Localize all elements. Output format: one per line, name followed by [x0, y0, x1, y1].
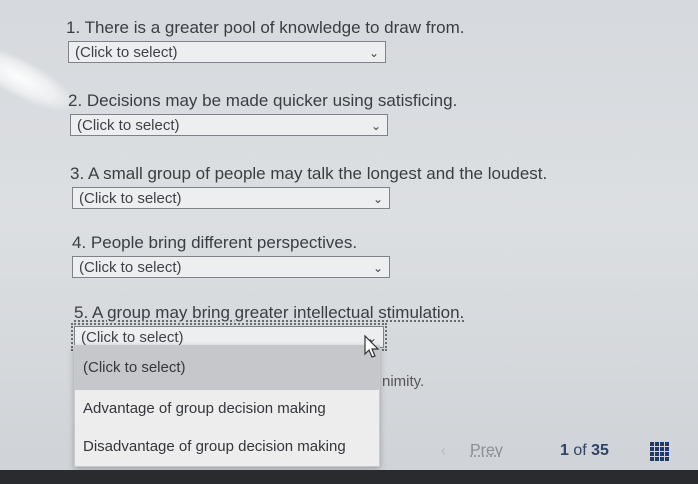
question-3-label: 3. A small group of people may talk the … — [70, 164, 548, 183]
chevron-down-icon: ⌄ — [372, 192, 383, 206]
cursor-icon — [364, 334, 380, 358]
question-4-label: 4. People bring different perspectives. — [72, 233, 358, 252]
question-2: 2. Decisions may be made quicker using s… — [68, 91, 668, 136]
page-indicator: 1 of 35 — [560, 442, 609, 460]
grid-icon[interactable] — [650, 442, 671, 461]
page-of: of — [573, 442, 587, 459]
chevron-left-icon[interactable]: ‹ — [440, 441, 446, 460]
question-1: 1. There is a greater pool of knowledge … — [66, 18, 666, 63]
question-3-select-value: (Click to select) — [79, 190, 182, 207]
question-3-select[interactable]: (Click to select) ⌄ — [72, 187, 390, 209]
pagination: ‹ Prev 1 of 35 — [440, 441, 680, 465]
screen-bezel — [0, 470, 698, 484]
prev-link[interactable]: Prev — [470, 442, 503, 460]
question-4-select[interactable]: (Click to select) ⌄ — [72, 256, 390, 278]
page-total: 35 — [591, 442, 609, 459]
question-5-dropdown-list: (Click to select) Advantage of group dec… — [74, 345, 380, 467]
question-3: 3. A small group of people may talk the … — [70, 164, 670, 209]
question-1-select[interactable]: (Click to select) ⌄ — [68, 41, 386, 63]
chevron-down-icon: ⌄ — [370, 119, 381, 133]
dropdown-option[interactable]: Disadvantage of group decision making — [75, 428, 379, 466]
question-2-label: 2. Decisions may be made quicker using s… — [68, 91, 458, 110]
chevron-down-icon: ⌄ — [368, 46, 379, 60]
question-2-select[interactable]: (Click to select) ⌄ — [70, 114, 388, 136]
dropdown-option[interactable]: Advantage of group decision making — [75, 390, 379, 428]
chevron-down-icon: ⌄ — [372, 261, 383, 275]
question-4: 4. People bring different perspectives. … — [72, 233, 672, 278]
dropdown-option[interactable]: (Click to select) — [75, 346, 379, 390]
question-1-label: 1. There is a greater pool of knowledge … — [66, 18, 465, 37]
page-current: 1 — [560, 442, 569, 459]
question-1-select-value: (Click to select) — [75, 44, 178, 61]
obscured-text: nimity. — [382, 373, 425, 390]
question-5-label: 5. A group may bring greater intellectua… — [74, 303, 465, 322]
question-5-select-value: (Click to select) — [81, 329, 184, 346]
question-2-select-value: (Click to select) — [77, 117, 180, 134]
question-4-select-value: (Click to select) — [79, 259, 182, 276]
